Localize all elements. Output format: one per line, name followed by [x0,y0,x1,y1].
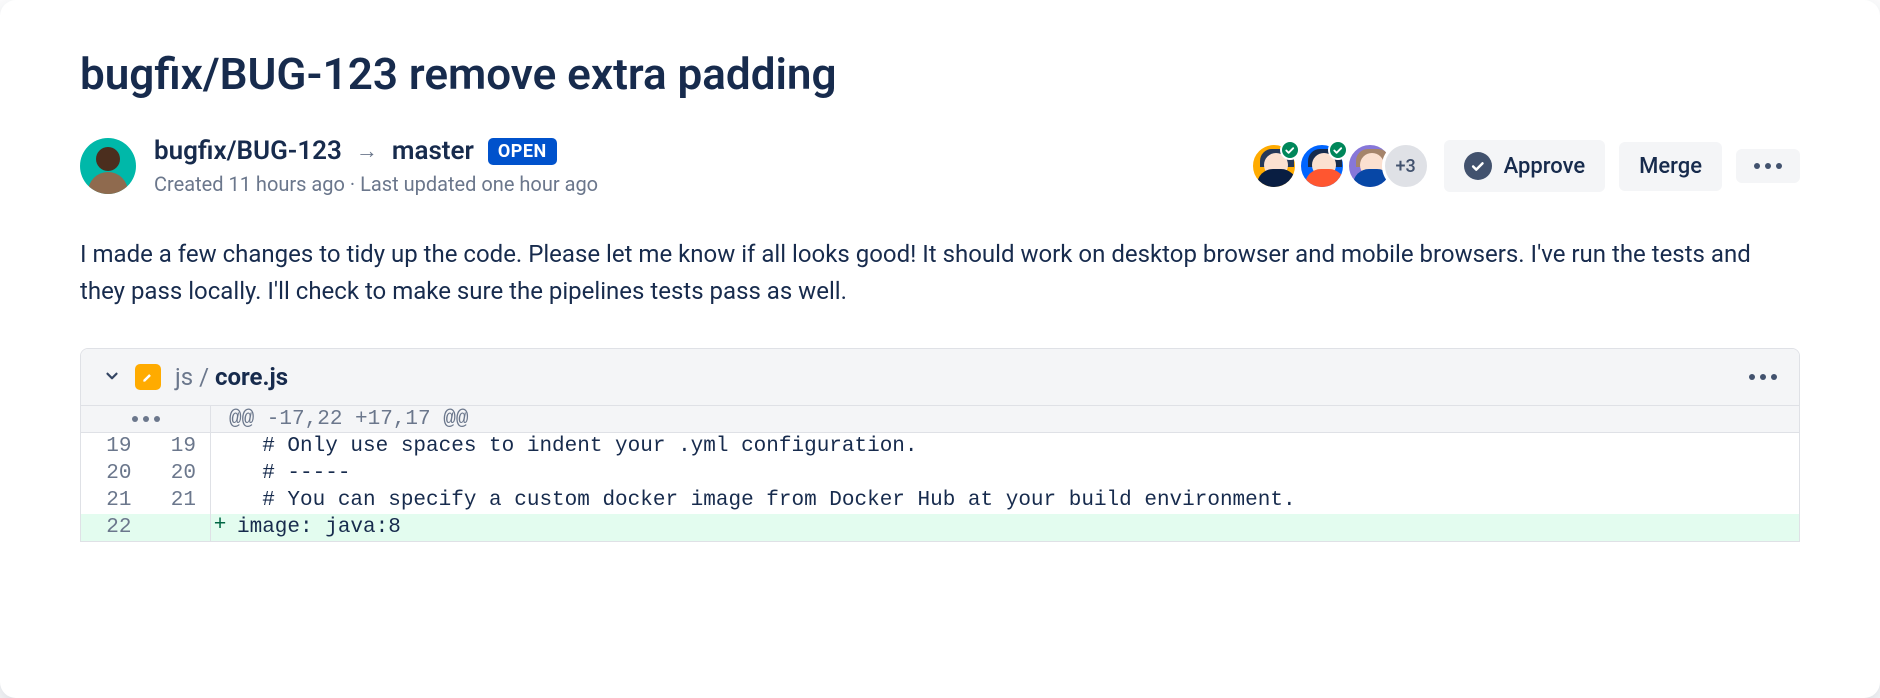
source-branch[interactable]: bugfix/BUG-123 [154,136,342,166]
author-avatar[interactable] [80,138,136,194]
check-circle-icon [1280,140,1300,160]
file-path-prefix: js / [175,363,215,391]
merge-label: Merge [1639,154,1702,179]
check-circle-icon [1328,140,1348,160]
branch-info: bugfix/BUG-123 → master OPEN Created 11 … [154,136,598,196]
line-numbers[interactable]: 21 21 [81,487,211,514]
arrow-right-icon: → [356,138,378,164]
ellipsis-icon [1754,163,1782,169]
diff-file-header: js / core.js [81,349,1799,406]
line-numbers[interactable]: 20 20 [81,460,211,487]
merge-button[interactable]: Merge [1619,142,1722,191]
file-path[interactable]: js / core.js [175,363,288,391]
ellipsis-icon[interactable] [1749,374,1777,380]
pr-description: I made a few changes to tidy up the code… [80,236,1800,310]
status-badge: OPEN [488,138,557,165]
meta-left: bugfix/BUG-123 → master OPEN Created 11 … [80,136,598,196]
pull-request-card: bugfix/BUG-123 remove extra padding bugf… [0,0,1880,698]
line-numbers[interactable]: 19 19 [81,433,211,460]
diff-body: @@ -17,22 +17,17 @@ 19 19 # Only use spa… [81,406,1799,541]
diff-panel: js / core.js @@ -17,22 +17,17 @@ 19 19 #… [80,348,1800,542]
target-branch[interactable]: master [392,136,474,166]
check-circle-icon [1464,152,1492,180]
reviewer-stack: +3 [1250,142,1430,190]
branch-line: bugfix/BUG-123 → master OPEN [154,136,598,166]
diff-marker [211,487,229,514]
diff-marker [211,460,229,487]
meta-row: bugfix/BUG-123 → master OPEN Created 11 … [80,136,1800,196]
code-content: # Only use spaces to indent your .yml co… [229,433,918,460]
approve-button[interactable]: Approve [1444,140,1606,192]
ellipsis-icon [81,416,210,422]
diff-line: 21 21 # You can specify a custom docker … [81,487,1799,514]
file-name: core.js [215,363,288,391]
diff-line: 20 20 # ----- [81,460,1799,487]
diff-marker [211,433,229,460]
more-actions-button[interactable] [1736,149,1800,183]
approve-label: Approve [1504,154,1586,179]
diff-line-added: 22 + image: java:8 [81,514,1799,541]
code-content: image: java:8 [229,514,401,541]
diff-marker: + [211,514,229,541]
reviewer-more[interactable]: +3 [1382,142,1430,190]
meta-right: +3 Approve Merge [1250,140,1800,192]
hunk-header: @@ -17,22 +17,17 @@ [211,408,468,431]
modified-file-icon [135,364,161,390]
code-content: # ----- [229,460,350,487]
line-numbers[interactable]: 22 [81,514,211,541]
hunk-header-row: @@ -17,22 +17,17 @@ [81,406,1799,433]
pr-title: bugfix/BUG-123 remove extra padding [80,48,1800,100]
diff-line: 19 19 # Only use spaces to indent your .… [81,433,1799,460]
expand-hunk-button[interactable] [81,406,211,432]
chevron-down-icon[interactable] [103,363,121,391]
timestamps: Created 11 hours ago · Last updated one … [154,172,598,196]
diff-header-left: js / core.js [103,363,288,391]
code-content: # You can specify a custom docker image … [229,487,1296,514]
